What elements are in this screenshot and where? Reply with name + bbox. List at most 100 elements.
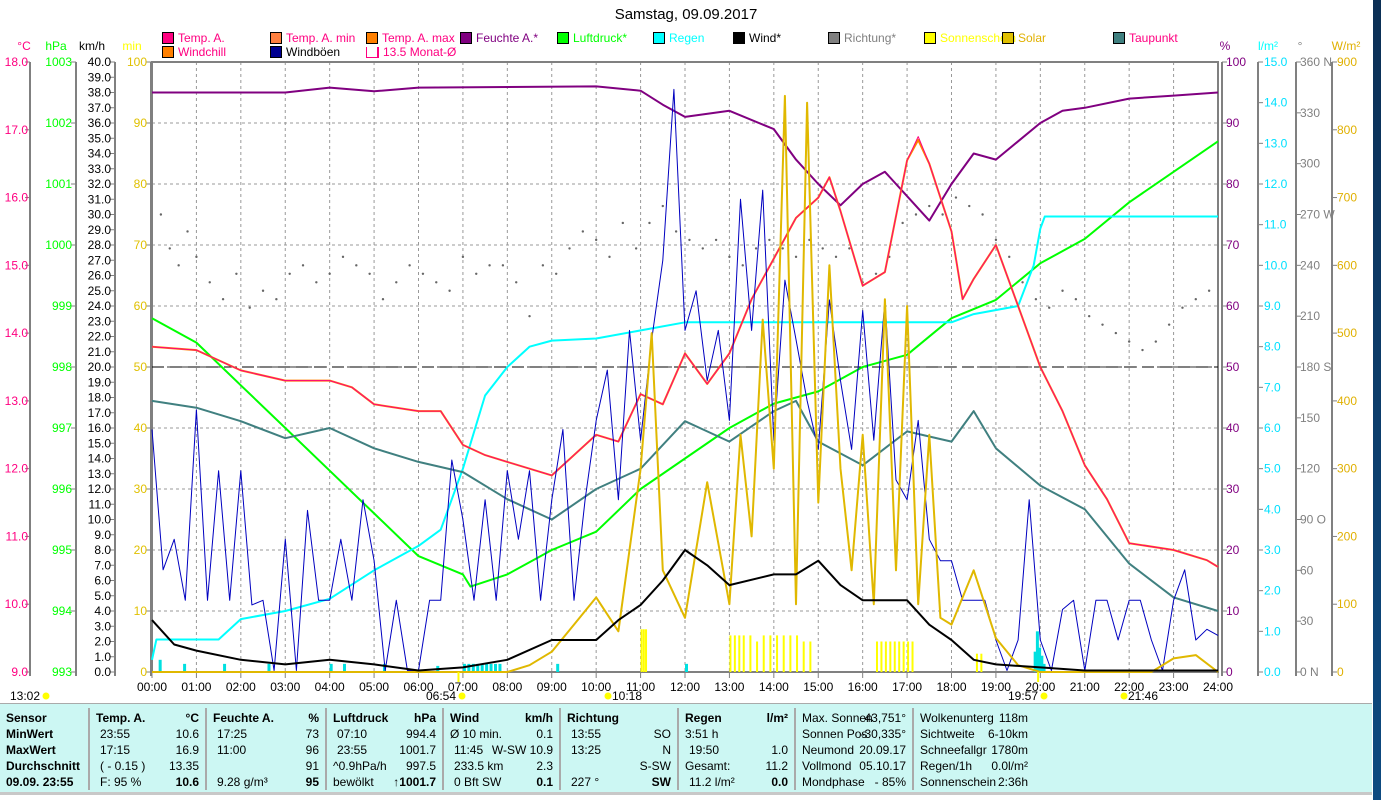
direction-point — [408, 264, 411, 267]
marker-moon-rise: 21:46 — [1128, 689, 1158, 702]
axis-label-kmh: 34.0 — [88, 147, 112, 161]
head: Regen — [685, 711, 722, 725]
direction-point — [341, 255, 345, 259]
axis-label-kmh: 31.0 — [88, 192, 112, 206]
axis-label-kmh: 17.0 — [88, 406, 112, 420]
axis-label-kmh: 38.0 — [88, 86, 112, 100]
col-direction: Richtung 13:55 SO 13:25 N S-SW 227 ° SW — [561, 708, 679, 790]
legend-label: Solar — [1018, 31, 1047, 45]
axis-label-kmh: 9.0 — [94, 528, 111, 542]
x-tick-label: 08:00 — [492, 680, 522, 694]
axis-label-deg: 0 N — [1300, 665, 1319, 679]
value: 0.1 — [536, 727, 553, 741]
sunshine-bar — [889, 641, 892, 672]
axis-label-kmh: 22.0 — [88, 330, 112, 344]
axis-label-hpa: 994 — [52, 604, 72, 618]
axis-label-min: 10 — [134, 604, 148, 618]
direction-point — [1207, 289, 1211, 292]
sunshine-bar — [875, 641, 878, 672]
value: 73 — [305, 727, 319, 741]
direction-point — [461, 255, 465, 259]
x-tick-label: 01:00 — [181, 680, 211, 694]
note: 9.28 g/m³ — [217, 775, 268, 789]
legend-swatch — [557, 32, 569, 44]
rain-bar — [485, 663, 489, 672]
axis-label-kmh: 0.0 — [94, 665, 111, 679]
direction-point — [728, 255, 731, 259]
sunshine-bar — [898, 641, 901, 672]
direction-point — [1061, 289, 1064, 292]
desktop-background — [1373, 0, 1381, 800]
rain-bar — [267, 663, 271, 672]
value: S-SW — [639, 759, 671, 773]
sunshine-bar — [893, 641, 896, 672]
axis-label-kmh: 12.0 — [88, 482, 112, 496]
axis-label-min: 20 — [134, 543, 148, 557]
direction-point — [914, 213, 918, 216]
axis-label-lm2: 7.0 — [1264, 380, 1281, 394]
value: 0.1 — [536, 775, 553, 789]
value: SO — [653, 727, 671, 741]
direction-point — [195, 255, 198, 259]
direction-point — [168, 247, 171, 250]
time: 17:25 — [217, 727, 248, 741]
direction-point — [621, 221, 625, 225]
direction-point — [928, 204, 931, 208]
legend-item: Taupunkt — [1113, 31, 1178, 45]
info-value: 0.0l/m² — [991, 759, 1028, 773]
rain-bar — [498, 663, 502, 672]
axis-label-lm2: 15.0 — [1264, 55, 1288, 69]
axis-label-hpa: 1002 — [45, 116, 72, 130]
time: 17:15 — [100, 743, 131, 757]
x-tick-label: 18:00 — [936, 680, 966, 694]
time: 07:10 — [337, 727, 368, 741]
info-label: Sichtweite — [920, 727, 975, 741]
legend-item: Richtung* — [828, 31, 896, 45]
direction-point — [688, 238, 691, 242]
rain-bar — [342, 663, 346, 672]
axis-label-lm2: 3.0 — [1264, 543, 1281, 557]
axis-label-deg: 330 — [1300, 106, 1320, 120]
info-row: Mondphase - 85% — [802, 774, 906, 790]
axis-label-hpa: 999 — [52, 299, 72, 313]
value: 95 — [305, 775, 319, 789]
axis-label-lm2: 10.0 — [1264, 258, 1288, 272]
sunshine-bar — [762, 635, 765, 672]
axis-label-lm2: 13.0 — [1264, 136, 1288, 150]
head: Richtung — [567, 711, 619, 725]
legend-swatch — [162, 32, 174, 44]
direction-point — [821, 247, 824, 250]
axis-label-kmh: 1.0 — [94, 650, 111, 664]
axis-label-kmh: 4.0 — [94, 604, 111, 618]
x-tick-label: 24:00 — [1203, 680, 1233, 694]
value: 997.5 — [405, 759, 436, 773]
direction-point — [848, 247, 851, 250]
sunshine-bar — [733, 635, 736, 672]
legend-item: Solar — [1002, 31, 1046, 45]
axis-label-kmh: 40.0 — [88, 55, 112, 69]
legend-swatch — [924, 32, 936, 44]
legend-item: Windböen — [270, 45, 340, 59]
direction-point — [355, 264, 358, 267]
axis-label-wm2: 700 — [1337, 191, 1357, 205]
axis-label-lm2: 12.0 — [1264, 177, 1288, 191]
axis-label-kmh: 32.0 — [88, 177, 112, 191]
legend-label: Wind* — [749, 31, 782, 45]
legend-swatch — [828, 32, 840, 44]
rain-bar — [489, 663, 493, 672]
axis-unit-lm2: l/m² — [1258, 39, 1278, 53]
axis-label-hpa: 997 — [52, 421, 72, 435]
axis-label-wm2: 200 — [1337, 529, 1357, 543]
col-temp: Temp. A. °C 23:55 10.6 17:15 16.9 ( - 0.15 … — [90, 708, 207, 790]
sunshine-bar — [975, 653, 978, 672]
direction-point — [435, 281, 438, 284]
axis-label-pct: 80 — [1226, 177, 1240, 191]
x-tick-label: 03:00 — [270, 680, 300, 694]
axis-label-c: 11.0 — [6, 529, 29, 543]
direction-point — [1127, 340, 1131, 343]
axis-label-kmh: 5.0 — [94, 589, 111, 603]
direction-point — [981, 213, 984, 216]
direction-point — [159, 213, 163, 216]
marker-noon-marker: 10:18 — [612, 689, 642, 702]
moon-icon — [42, 692, 50, 700]
